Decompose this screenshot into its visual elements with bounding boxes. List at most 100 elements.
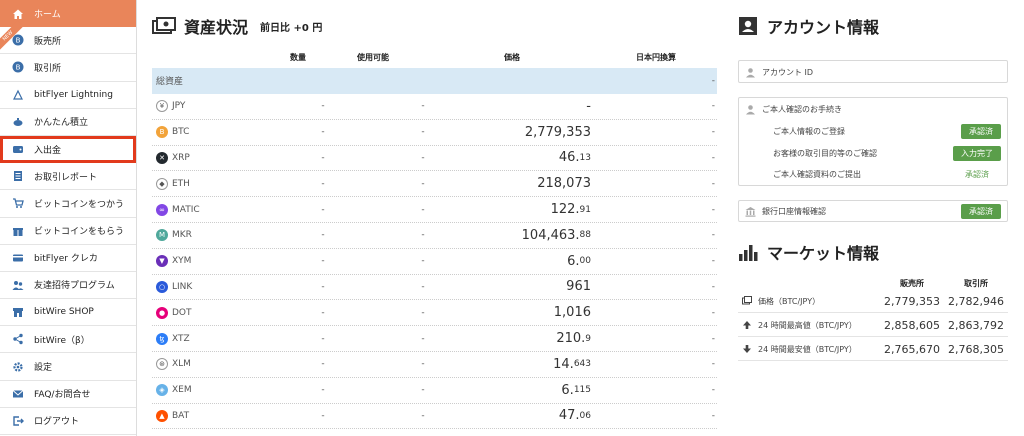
- account-header: アカウント情報: [738, 14, 879, 38]
- market-row-label: 価格（BTC/JPY）: [758, 296, 821, 306]
- market-col-sell: 販売所: [900, 279, 924, 288]
- coin-icon: ∞: [156, 203, 168, 216]
- asset-row: ◆ ETH - - 218,073 -: [152, 171, 717, 198]
- sidebar-item-credit-card[interactable]: bitFlyer クレカ: [0, 245, 136, 272]
- market-exchange-value: 2,768,305: [948, 342, 1004, 356]
- sidebar-item-use-bitcoin[interactable]: ビットコインをつかう: [0, 190, 136, 218]
- price-integer: 46.: [558, 150, 580, 166]
- coin-available: -: [421, 410, 425, 421]
- sidebar-item-bitwire-shop[interactable]: bitWire SHOP: [0, 299, 136, 327]
- coin-price: 6. 115: [561, 378, 591, 403]
- col-available: 使用可能: [357, 53, 389, 62]
- assets-header: 資産状況 前日比 +0 円: [152, 14, 322, 38]
- home-icon: [12, 8, 24, 20]
- total-assets-label: 総資産: [156, 77, 184, 88]
- bank-account-box: 銀行口座情報確認 承認済: [738, 200, 1008, 222]
- coin-price: 14. 643: [553, 352, 591, 377]
- price-integer: 6.: [561, 382, 574, 398]
- market-sell-value: 2,858,605: [884, 318, 940, 332]
- coin-icon: ▲: [156, 409, 168, 422]
- sidebar-item-label: bitWire SHOP: [34, 307, 94, 318]
- coin-quantity: -: [321, 204, 325, 215]
- sidebar-item-lightning[interactable]: bitFlyer Lightning: [0, 82, 136, 109]
- bar-chart-icon: [739, 245, 758, 261]
- account-id-label: アカウント ID: [762, 68, 814, 77]
- sidebar-item-faq[interactable]: FAQ/お問合せ: [0, 381, 136, 408]
- coin-jpy-value: -: [711, 281, 715, 292]
- market-row: 24 時間最高値（BTC/JPY） 2,858,605 2,863,792: [738, 314, 1008, 337]
- coin-quantity: -: [321, 127, 325, 138]
- coin-available: -: [421, 152, 425, 163]
- coin-available: -: [421, 204, 425, 215]
- coin-available: -: [421, 359, 425, 370]
- sidebar-item-label: 設定: [34, 363, 53, 374]
- price-decimal: 13: [579, 152, 591, 163]
- user-icon: [746, 105, 755, 115]
- sidebar-item-settings[interactable]: 設定: [0, 353, 136, 381]
- sidebar-item-easy-savings[interactable]: かんたん積立: [0, 109, 136, 136]
- coin-quantity: -: [321, 307, 325, 318]
- coin-name: XRP: [172, 152, 190, 163]
- gift-icon: [12, 225, 24, 237]
- coin-name: XEM: [172, 385, 192, 396]
- piggy-bank-icon: [12, 116, 24, 128]
- asset-row: ○ LINK - - 961 -: [152, 275, 717, 301]
- assets-panel: 資産状況 前日比 +0 円 数量 使用可能 価格 日本円換算 総資産 - ¥ JP…: [152, 0, 717, 436]
- sidebar-item-label: bitWire（β）: [34, 335, 90, 346]
- mail-icon: [12, 388, 24, 400]
- coin-price: 210. 9: [556, 326, 591, 351]
- coin-available: -: [421, 101, 425, 112]
- price-decimal: 643: [573, 359, 591, 370]
- verify-status-badge: 承認済: [961, 124, 1001, 139]
- coin-available: -: [421, 307, 425, 318]
- share-icon: [12, 333, 24, 345]
- coin-available: -: [421, 178, 425, 189]
- sidebar-item-logout[interactable]: ログアウト: [0, 408, 136, 435]
- asset-row: ● DOT - - 1,016 -: [152, 300, 717, 327]
- sidebar-item-trade-report[interactable]: お取引レポート: [0, 163, 136, 191]
- sidebar-item-label: かんたん積立: [34, 118, 89, 129]
- credit-card-icon: [12, 252, 24, 264]
- asset-row: M MKR - - 104,463. 88 -: [152, 223, 717, 249]
- verify-item-label: ご本人情報のご登録: [773, 127, 845, 136]
- coin-price: 2,779,353: [525, 120, 591, 145]
- coin-jpy-value: -: [711, 178, 715, 189]
- sidebar-item-referral[interactable]: 友達招待プログラム: [0, 272, 136, 300]
- coin-name: XTZ: [172, 333, 190, 344]
- asset-row: B BTC - - 2,779,353 -: [152, 120, 717, 146]
- coin-jpy-value: -: [711, 359, 715, 370]
- asset-row: ¥ JPY - - - -: [152, 94, 717, 120]
- svg-text:B: B: [16, 64, 21, 72]
- coin-name: LINK: [172, 281, 193, 292]
- asset-row: ◈ XEM - - 6. 115 -: [152, 378, 717, 404]
- coin-icon: B: [156, 126, 168, 139]
- market-header: マーケット情報: [738, 240, 879, 264]
- sidebar-item-label: 入出金: [34, 145, 62, 156]
- coin-jpy-value: -: [711, 410, 715, 421]
- coin-available: -: [421, 230, 425, 241]
- price-decimal: 06: [579, 410, 591, 421]
- sidebar: ホーム B 販売所 B 取引所 bitFlyer Lightning かんたん積…: [0, 0, 137, 436]
- sidebar-item-label: ビットコインをもらう: [34, 227, 125, 238]
- coin-name: JPY: [172, 101, 186, 112]
- sidebar-item-deposit-withdraw[interactable]: 入出金: [0, 135, 136, 164]
- sidebar-item-sales[interactable]: B 販売所: [0, 27, 136, 55]
- asset-row: ▼ XYM - - 6. 00 -: [152, 249, 717, 275]
- price-integer: 1,016: [553, 305, 591, 321]
- col-quantity: 数量: [290, 53, 306, 62]
- price-integer: 961: [566, 279, 591, 295]
- sidebar-item-label: bitFlyer Lightning: [34, 89, 113, 100]
- coin-name: BAT: [172, 410, 190, 421]
- sidebar-item-get-bitcoin[interactable]: ビットコインをもらう: [0, 218, 136, 245]
- coin-quantity: -: [321, 256, 325, 267]
- sidebar-item-label: お取引レポート: [34, 172, 98, 183]
- market-row-label: 24 時間最安値（BTC/JPY）: [758, 344, 857, 354]
- coin-icon: ◆: [156, 177, 168, 190]
- coin-quantity: -: [321, 178, 325, 189]
- price-decimal: 91: [579, 204, 591, 215]
- coin-available: -: [421, 385, 425, 396]
- sidebar-item-bitwire[interactable]: bitWire（β）: [0, 326, 136, 354]
- sidebar-item-exchange[interactable]: B 取引所: [0, 54, 136, 82]
- sidebar-item-label: ホーム: [34, 10, 61, 21]
- coin-available: -: [421, 256, 425, 267]
